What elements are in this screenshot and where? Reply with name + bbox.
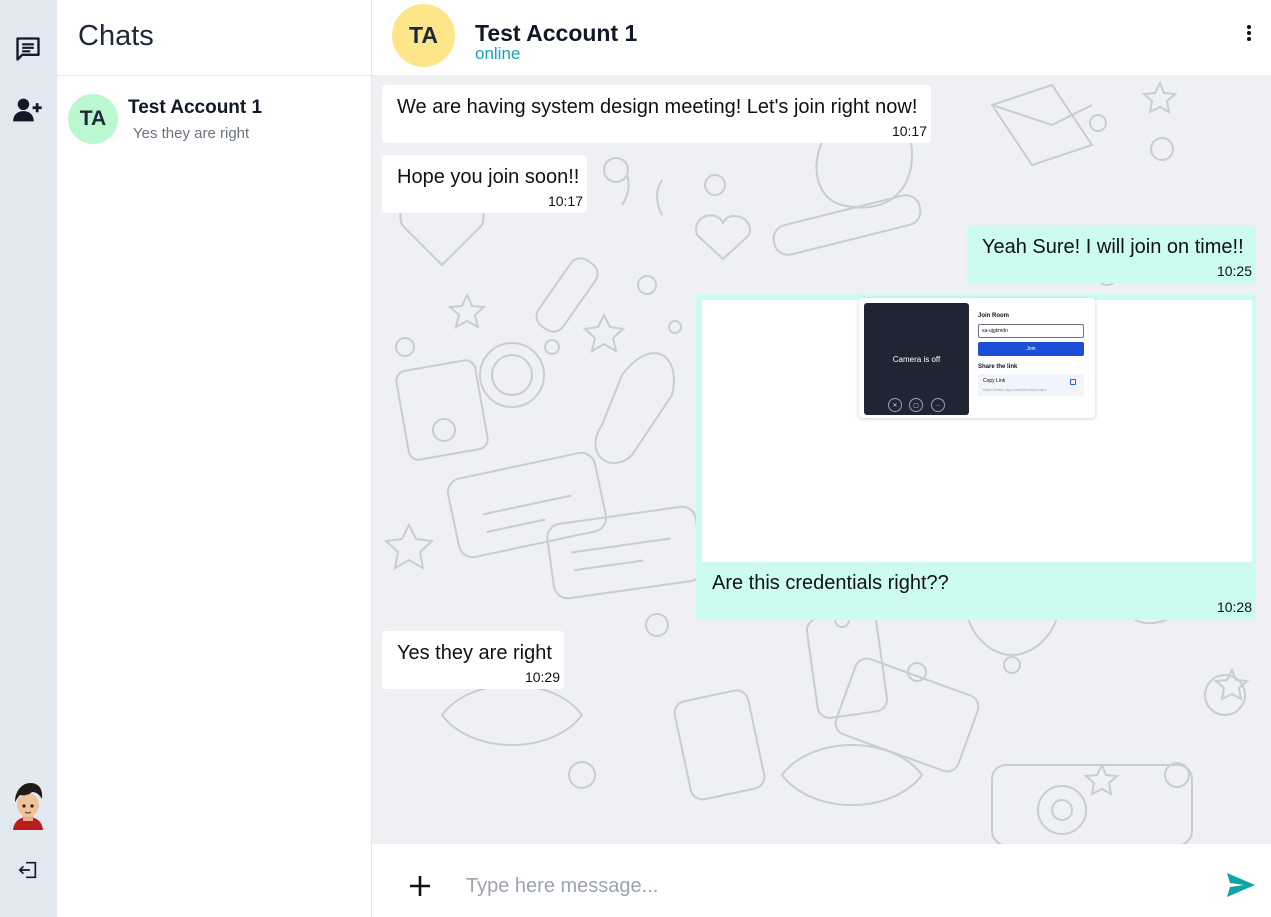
avatar: TA: [68, 94, 118, 144]
message-text: Are this credentials right??: [712, 572, 949, 594]
contact-avatar[interactable]: TA: [392, 4, 455, 67]
mic-icon: ✕: [888, 398, 902, 412]
message-outgoing-image[interactable]: Camera is off ✕ ▢ … Join Room sa-ujgkmdn…: [696, 294, 1256, 620]
screenshot-card: Camera is off ✕ ▢ … Join Room sa-ujgkmdn…: [859, 298, 1095, 418]
more-vertical-icon: [1247, 25, 1251, 41]
share-link-title: Share the link: [978, 364, 1018, 370]
join-button: Join: [978, 342, 1084, 356]
message-time: 10:17: [547, 193, 583, 209]
conversation-header: TA Test Account 1 online: [372, 0, 1271, 75]
message-time: 10:17: [891, 123, 927, 139]
message-incoming[interactable]: Hope you join soon!! 10:17: [382, 155, 587, 213]
send-icon: [1227, 873, 1255, 897]
more-icon: …: [931, 398, 945, 412]
contact-name[interactable]: Test Account 1: [475, 20, 637, 47]
chat-name: Test Account 1: [128, 97, 263, 118]
message-area[interactable]: We are having system design meeting! Let…: [372, 75, 1271, 844]
message-text: Yes they are right: [397, 642, 552, 664]
attach-button[interactable]: [405, 871, 435, 901]
message-composer: [372, 844, 1271, 917]
link-text: https://video-app.com/join/room-abc: [983, 387, 1047, 392]
video-icon: ▢: [909, 398, 923, 412]
contact-status: online: [475, 44, 521, 63]
message-text: Yeah Sure! I will join on time!!: [982, 236, 1244, 258]
send-button[interactable]: [1225, 870, 1257, 900]
message-time: 10:28: [1216, 599, 1252, 615]
camera-preview: Camera is off ✕ ▢ …: [864, 303, 969, 415]
copy-icon: [1070, 379, 1076, 385]
message-time: 10:29: [524, 669, 560, 685]
message-input[interactable]: [466, 869, 1206, 903]
message-text: We are having system design meeting! Let…: [397, 96, 918, 118]
profile-avatar[interactable]: [9, 780, 47, 830]
logout-icon: [18, 861, 37, 879]
chat-list-panel: Chats TA Test Account 1 Yes they are rig…: [57, 0, 372, 917]
nav-rail: [0, 0, 57, 917]
message-outgoing[interactable]: Yeah Sure! I will join on time!! 10:25: [967, 225, 1256, 283]
camera-status-text: Camera is off: [892, 355, 941, 364]
chats-nav-button[interactable]: [8, 31, 48, 67]
chat-preview: Yes they are right: [133, 125, 250, 142]
logout-button[interactable]: [8, 852, 48, 888]
more-options-button[interactable]: [1237, 18, 1261, 48]
message-incoming[interactable]: We are having system design meeting! Let…: [382, 85, 931, 143]
message-text: Hope you join soon!!: [397, 166, 580, 188]
chat-list-item[interactable]: TA Test Account 1 Yes they are right: [57, 77, 371, 161]
copy-link-box: Copy Link https://video-app.com/join/roo…: [978, 374, 1084, 396]
chat-icon: [16, 37, 40, 61]
add-user-icon: [13, 98, 42, 122]
copy-link-label: Copy Link: [983, 378, 1006, 384]
add-contact-button[interactable]: [8, 92, 48, 128]
join-room-title: Join Room: [978, 313, 1009, 319]
attachment-image[interactable]: Camera is off ✕ ▢ … Join Room sa-ujgkmdn…: [702, 298, 1252, 562]
room-input: sa-ujgkmdn: [978, 324, 1084, 338]
plus-icon: [410, 876, 430, 896]
message-incoming[interactable]: Yes they are right 10:29: [382, 631, 564, 689]
chat-list-title: Chats: [57, 0, 371, 76]
message-time: 10:25: [1216, 263, 1252, 279]
